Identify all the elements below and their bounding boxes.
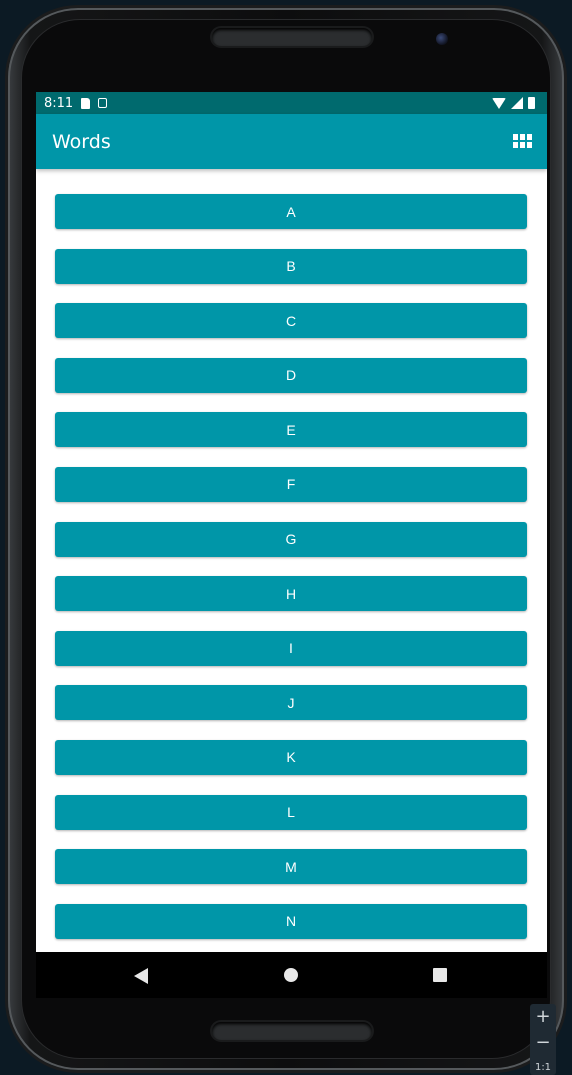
app-bar: Words bbox=[36, 114, 547, 169]
letter-button-b[interactable]: B bbox=[55, 248, 527, 284]
recents-icon[interactable] bbox=[433, 968, 447, 982]
letter-button-n[interactable]: N bbox=[55, 903, 527, 939]
calendar-icon bbox=[98, 98, 108, 108]
zoom-out-button[interactable]: − bbox=[530, 1032, 556, 1053]
letter-button-h[interactable]: H bbox=[55, 576, 527, 612]
letter-button-d[interactable]: D bbox=[55, 357, 527, 393]
bottom-speaker bbox=[212, 1022, 372, 1040]
letter-button-l[interactable]: L bbox=[55, 794, 527, 830]
status-indicators bbox=[492, 97, 535, 109]
battery-icon bbox=[528, 97, 535, 109]
letter-button-m[interactable]: M bbox=[55, 849, 527, 885]
letter-button-j[interactable]: J bbox=[55, 685, 527, 721]
back-icon[interactable] bbox=[134, 968, 148, 984]
letter-button-k[interactable]: K bbox=[55, 739, 527, 775]
status-time: 8:11 bbox=[44, 95, 74, 111]
letter-button-f[interactable]: F bbox=[55, 466, 527, 502]
home-icon[interactable] bbox=[284, 968, 298, 982]
earpiece-speaker bbox=[212, 28, 372, 46]
letter-list[interactable]: A B C D E F G H I J K L M N bbox=[55, 194, 527, 958]
letter-button-c[interactable]: C bbox=[55, 303, 527, 339]
letter-button-i[interactable]: I bbox=[55, 630, 527, 666]
zoom-in-button[interactable]: + bbox=[530, 1006, 556, 1027]
letter-button-a[interactable]: A bbox=[55, 194, 527, 229]
device-screen: 8:11 Words A B C D E F G H I J K L M N bbox=[36, 92, 547, 998]
letter-button-g[interactable]: G bbox=[55, 521, 527, 557]
front-camera bbox=[436, 33, 448, 45]
zoom-ratio-button[interactable]: 1:1 bbox=[530, 1062, 556, 1073]
navigation-bar bbox=[36, 952, 547, 998]
grid-layout-icon[interactable] bbox=[513, 134, 532, 149]
emulator-zoom-controls: + − 1:1 bbox=[530, 1004, 556, 1075]
sd-card-icon bbox=[81, 97, 91, 109]
app-title: Words bbox=[52, 130, 111, 153]
status-bar: 8:11 bbox=[36, 92, 547, 114]
signal-icon bbox=[511, 97, 523, 109]
letter-button-e[interactable]: E bbox=[55, 412, 527, 448]
wifi-icon bbox=[492, 97, 506, 109]
